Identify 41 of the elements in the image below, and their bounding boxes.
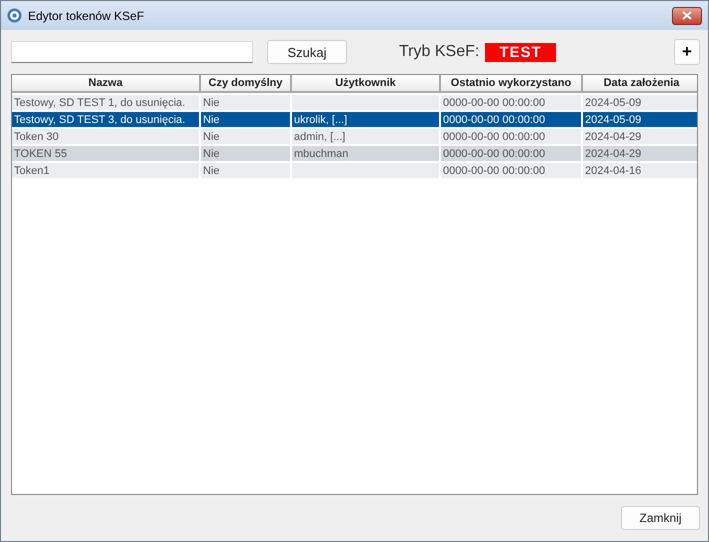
table-cell: 0000-00-00 00:00:00 (441, 110, 583, 127)
search-button[interactable]: Szukaj (267, 40, 347, 64)
table-cell: 2024-05-09 (583, 93, 697, 110)
table-cell: 0000-00-00 00:00:00 (441, 127, 583, 144)
close-dialog-button[interactable]: Zamknij (621, 506, 700, 530)
table-row[interactable]: TOKEN 55 Nie mbuchman 0000-00-00 00:00:00 2024-04-29 (12, 144, 697, 161)
mode-badge: TEST (485, 42, 556, 62)
close-icon (682, 11, 692, 20)
table-cell: Nie (201, 161, 292, 178)
column-header[interactable]: Nazwa (12, 75, 201, 93)
table-cell: 0000-00-00 00:00:00 (441, 144, 583, 161)
table-cell: 0000-00-00 00:00:00 (441, 161, 583, 178)
search-field[interactable] (11, 41, 253, 63)
table-cell: Testowy, SD TEST 1, do usunięcia. (12, 93, 201, 110)
table-cell: mbuchman (292, 144, 441, 161)
table-row[interactable]: Token 30 Nie admin, [...] 0000-00-00 00:00:00 2024-04-29 (12, 127, 697, 144)
column-header[interactable]: Czy domyślny (201, 75, 292, 93)
app-icon (7, 8, 22, 23)
table-cell: 0000-00-00 00:00:00 (441, 93, 583, 110)
table-cell: ukrolik, [...] (292, 110, 441, 127)
table-cell: 2024-05-09 (583, 110, 697, 127)
column-header[interactable]: Ostatnio wykorzystano (441, 75, 583, 93)
table-cell: admin, [...] (292, 127, 441, 144)
mode-label: Tryb KSeF: (399, 43, 480, 61)
table-cell: Nie (201, 127, 292, 144)
table-cell: Token 30 (12, 127, 201, 144)
table-cell: Nie (201, 93, 292, 110)
table-cell: 2024-04-29 (583, 127, 697, 144)
table-cell: Token1 (12, 161, 201, 178)
table-cell: Nie (201, 144, 292, 161)
table-cell: Testowy, SD TEST 3, do usunięcia. (12, 110, 201, 127)
column-header[interactable]: Data założenia (583, 75, 697, 93)
add-button[interactable]: + (674, 39, 700, 65)
table-cell: 2024-04-16 (583, 161, 697, 178)
table-cell: 2024-04-29 (583, 144, 697, 161)
close-button[interactable] (672, 6, 702, 24)
table-cell: Nie (201, 110, 292, 127)
column-header[interactable]: Użytkownik (292, 75, 441, 93)
window-title: Edytor tokenów KSeF (28, 8, 146, 22)
table-cell: TOKEN 55 (12, 144, 201, 161)
table-row[interactable]: Token1 Nie 0000-00-00 00:00:00 2024-04-16 (12, 161, 697, 178)
